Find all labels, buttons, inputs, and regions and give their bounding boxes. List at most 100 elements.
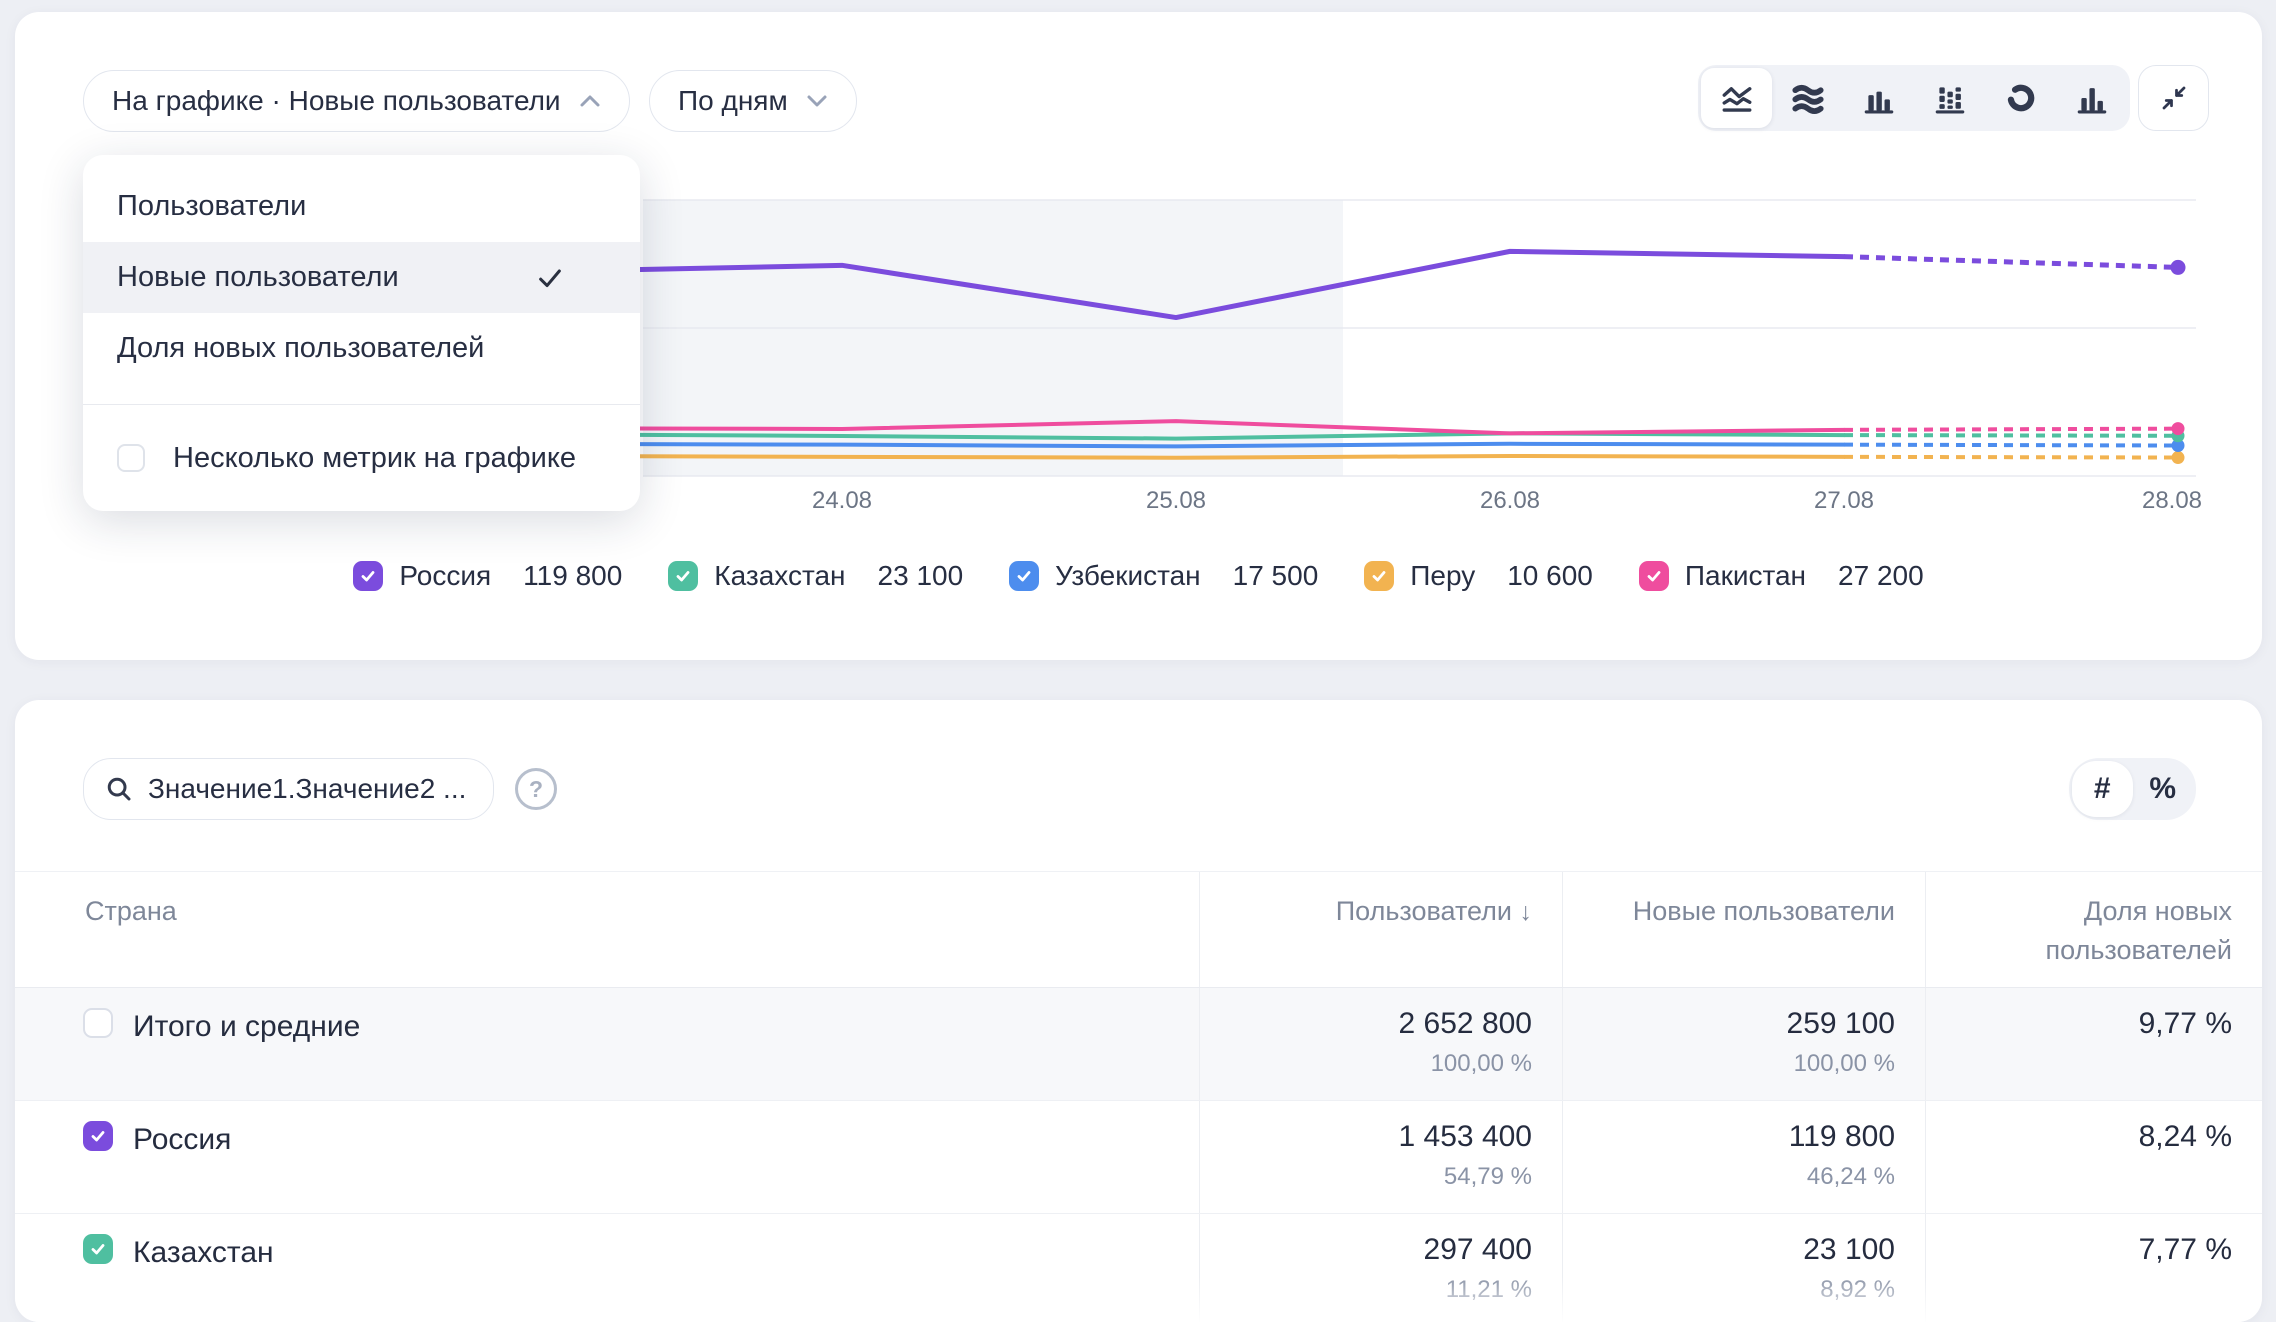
menu-item-users[interactable]: Пользователи bbox=[83, 171, 640, 242]
menu-item-new-users[interactable]: Новые пользователи bbox=[83, 242, 640, 313]
legend-checkbox[interactable] bbox=[1364, 561, 1394, 591]
series-endpoint-dot bbox=[2172, 422, 2185, 435]
multi-metric-checkbox-row[interactable]: Несколько метрик на графике bbox=[83, 405, 640, 511]
menu-item-new-users-share[interactable]: Доля новых пользователей bbox=[83, 313, 640, 384]
pie-chart-icon bbox=[2004, 81, 2038, 115]
check-icon bbox=[1370, 567, 1388, 585]
row-label: Казахстан bbox=[133, 1234, 274, 1270]
series-endpoint-dot bbox=[2172, 451, 2185, 464]
metric-dropdown-button[interactable]: На графике · Новые пользователи bbox=[83, 70, 630, 132]
legend-item-pakistan[interactable]: Пакистан 27 200 bbox=[1639, 560, 1924, 592]
search-icon bbox=[104, 774, 134, 804]
search-input[interactable]: Значение1.Значение2 ... bbox=[83, 758, 494, 820]
share-value: 7,77 % bbox=[1926, 1231, 2232, 1269]
legend-item-uzbekistan[interactable]: Узбекистан 17 500 bbox=[1009, 560, 1318, 592]
legend-value: 119 800 bbox=[523, 560, 622, 592]
new-users-percent: 8,92 % bbox=[1563, 1275, 1895, 1305]
legend-item-kazakhstan[interactable]: Казахстан 23 100 bbox=[668, 560, 963, 592]
legend-item-russia[interactable]: Россия 119 800 bbox=[353, 560, 622, 592]
new-users-percent: 46,24 % bbox=[1563, 1162, 1895, 1192]
table-row-kazakhstan[interactable]: Казахстан 297 400 11,21 % 23 100 8,92 % … bbox=[15, 1214, 2262, 1322]
search-value: Значение1.Значение2 ... bbox=[148, 773, 466, 805]
chevron-down-icon bbox=[806, 94, 828, 108]
chevron-up-icon bbox=[579, 94, 601, 108]
new-users-value: 119 800 bbox=[1563, 1118, 1895, 1156]
chart-type-pie-button[interactable] bbox=[1985, 68, 2056, 128]
column-header-country: Страна bbox=[15, 872, 1199, 987]
chart-type-line-button[interactable] bbox=[1701, 68, 1772, 128]
check-icon bbox=[89, 1127, 107, 1145]
menu-item-label: Пользователи bbox=[117, 190, 306, 223]
check-icon bbox=[674, 567, 692, 585]
collapse-icon bbox=[2159, 83, 2189, 113]
legend-label: Перу bbox=[1410, 560, 1475, 592]
legend-label: Казахстан bbox=[714, 560, 845, 592]
x-axis-label: 26.08 bbox=[1480, 487, 1540, 514]
format-toggle: # % bbox=[2069, 758, 2196, 820]
row-checkbox[interactable] bbox=[83, 1008, 113, 1038]
metric-dropdown-menu: Пользователи Новые пользователи Доля нов… bbox=[83, 155, 640, 511]
column-header-new-users[interactable]: Новые пользователи bbox=[1562, 872, 1925, 987]
share-value: 8,24 % bbox=[1926, 1118, 2232, 1156]
row-checkbox[interactable] bbox=[83, 1121, 113, 1151]
table-header-row: Страна Пользователи ↓ Новые пользователи… bbox=[15, 871, 2262, 988]
check-icon bbox=[536, 264, 564, 292]
chart-panel: 24.0825.0826.0827.0828.08 На графике · Н… bbox=[15, 12, 2262, 660]
new-users-value: 23 100 bbox=[1563, 1231, 1895, 1269]
row-checkbox[interactable] bbox=[83, 1234, 113, 1264]
x-axis-label: 27.08 bbox=[1814, 487, 1874, 514]
period-dropdown-button[interactable]: По дням bbox=[649, 70, 857, 132]
chart-type-switcher bbox=[1698, 65, 2130, 131]
users-value: 297 400 bbox=[1200, 1231, 1532, 1269]
multi-metric-label: Несколько метрик на графике bbox=[173, 442, 576, 475]
new-users-value: 259 100 bbox=[1563, 1005, 1895, 1043]
multi-metric-checkbox[interactable] bbox=[117, 444, 145, 472]
legend-value: 27 200 bbox=[1838, 560, 1924, 592]
x-axis-label: 25.08 bbox=[1146, 487, 1206, 514]
bar-chart-icon bbox=[1862, 81, 1896, 115]
legend-value: 17 500 bbox=[1233, 560, 1319, 592]
legend-label: Пакистан bbox=[1685, 560, 1806, 592]
chart-type-columns-button[interactable] bbox=[2056, 68, 2127, 128]
legend-checkbox[interactable] bbox=[1639, 561, 1669, 591]
help-icon[interactable]: ? bbox=[515, 768, 557, 810]
traffic-chart[interactable]: 24.0825.0826.0827.0828.08 bbox=[628, 150, 2208, 520]
check-icon bbox=[1015, 567, 1033, 585]
users-percent: 100,00 % bbox=[1200, 1049, 1532, 1079]
collapse-chart-button[interactable] bbox=[2138, 65, 2209, 131]
legend-value: 23 100 bbox=[878, 560, 964, 592]
stacked-area-chart-icon bbox=[1791, 81, 1825, 115]
chart-type-stacked-area-button[interactable] bbox=[1772, 68, 1843, 128]
menu-item-label: Новые пользователи bbox=[117, 261, 399, 294]
format-percent-button[interactable]: % bbox=[2133, 761, 2194, 817]
format-number-button[interactable]: # bbox=[2072, 761, 2133, 817]
users-value: 1 453 400 bbox=[1200, 1118, 1532, 1156]
row-label: Итого и средние bbox=[133, 1008, 360, 1044]
table-row-totals[interactable]: Итого и средние 2 652 800 100,00 % 259 1… bbox=[15, 988, 2262, 1101]
countries-table: Страна Пользователи ↓ Новые пользователи… bbox=[15, 871, 2262, 1322]
legend-label: Узбекистан bbox=[1055, 560, 1200, 592]
row-label: Россия bbox=[133, 1121, 231, 1157]
legend-item-peru[interactable]: Перу 10 600 bbox=[1364, 560, 1593, 592]
column-header-users[interactable]: Пользователи ↓ bbox=[1199, 872, 1562, 987]
legend-checkbox[interactable] bbox=[668, 561, 698, 591]
chart-type-stacked-bars-button[interactable] bbox=[1914, 68, 1985, 128]
menu-item-label: Доля новых пользователей bbox=[117, 332, 484, 365]
series-endpoint-dot bbox=[2171, 260, 2186, 275]
check-icon bbox=[89, 1240, 107, 1258]
analytics-dashboard: { "chart_card": { "metric_button": { "la… bbox=[0, 0, 2276, 1322]
x-axis-label: 24.08 bbox=[812, 487, 872, 514]
users-value: 2 652 800 bbox=[1200, 1005, 1532, 1043]
legend-checkbox[interactable] bbox=[1009, 561, 1039, 591]
table-row-russia[interactable]: Россия 1 453 400 54,79 % 119 800 46,24 %… bbox=[15, 1101, 2262, 1214]
users-percent: 11,21 % bbox=[1200, 1275, 1532, 1305]
period-dropdown-label: По дням bbox=[678, 85, 788, 117]
legend-value: 10 600 bbox=[1507, 560, 1593, 592]
column-chart-icon bbox=[2075, 81, 2109, 115]
column-header-share[interactable]: Доля новых пользователей bbox=[1925, 872, 2262, 987]
legend-checkbox[interactable] bbox=[353, 561, 383, 591]
stacked-bar-chart-icon bbox=[1933, 81, 1967, 115]
chart-type-bars-button[interactable] bbox=[1843, 68, 1914, 128]
check-icon bbox=[1645, 567, 1663, 585]
new-users-percent: 100,00 % bbox=[1563, 1049, 1895, 1079]
